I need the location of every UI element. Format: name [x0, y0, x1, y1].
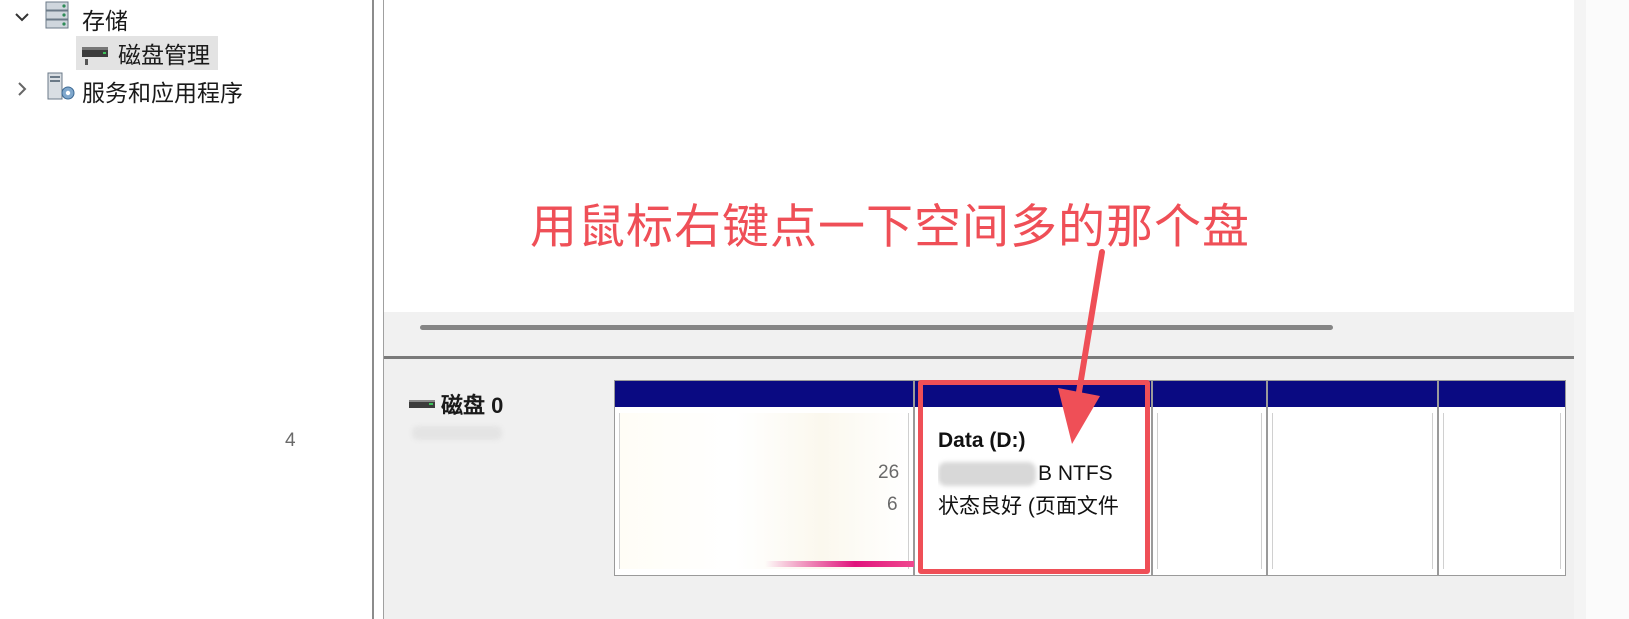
right-edge-inner [1586, 0, 1629, 619]
services-icon [47, 72, 75, 100]
partition-4-bar [1268, 381, 1437, 407]
disk-0-name: 磁盘 0 [409, 388, 503, 420]
tree-item-storage-label: 存储 [82, 8, 128, 34]
partition-5-body [1443, 413, 1561, 569]
partition-1-fragment-2: 26 [878, 462, 900, 483]
tree-item-services-label: 服务和应用程序 [82, 80, 243, 106]
disk-icon [409, 400, 435, 408]
volume-list-pane [384, 0, 1575, 312]
storage-icon [45, 1, 69, 29]
partition-1-body [619, 413, 909, 569]
chevron-right-icon[interactable] [14, 81, 30, 97]
partition-3-body [1157, 413, 1262, 569]
partition-1-highlight-line [765, 561, 915, 567]
partition-5[interactable] [1438, 380, 1566, 576]
partition-5-bar [1439, 381, 1565, 407]
partition-1-fragment-3: 6 [887, 494, 898, 515]
annotation-text: 用鼠标右键点一下空间多的那个盘 [530, 200, 1250, 253]
pane-splitter[interactable] [372, 0, 374, 619]
partition-1[interactable] [614, 380, 915, 576]
tree-item-disk-management[interactable]: 磁盘管理 [76, 36, 218, 70]
disk-0-label: 磁盘 0 [441, 393, 504, 418]
horizontal-scrollbar-thumb[interactable] [420, 325, 1333, 330]
navigation-tree: 存储 磁盘管理 服务和应用程序 [0, 0, 372, 619]
partition-1-fragment-1: 4 [285, 430, 296, 451]
partition-1-bar [615, 381, 913, 407]
disk-management-icon [82, 47, 108, 65]
tree-item-disk-management-label: 磁盘管理 [118, 42, 210, 68]
annotation-highlight-box [918, 380, 1150, 574]
horizontal-scrollbar[interactable] [384, 312, 1574, 356]
partition-4-body [1272, 413, 1433, 569]
partition-4[interactable] [1267, 380, 1438, 576]
disk-0-blurred-info [412, 426, 502, 440]
chevron-down-icon[interactable] [14, 9, 30, 25]
partition-3[interactable] [1152, 380, 1267, 576]
partition-3-bar [1153, 381, 1266, 407]
